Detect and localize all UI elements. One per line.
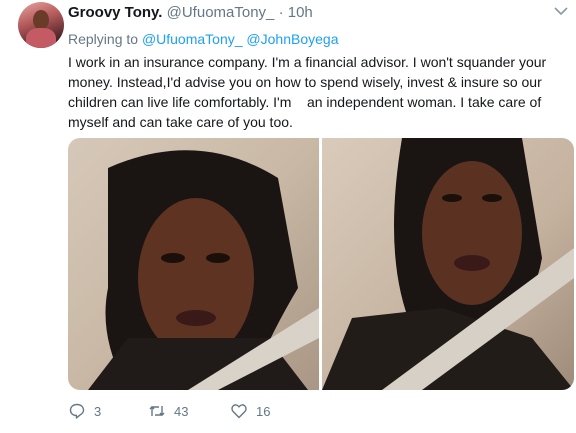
display-name[interactable]: Groovy Tony. xyxy=(68,4,162,21)
tweet-text: I work in an insurance company. I'm a fi… xyxy=(68,54,551,130)
replying-to: Replying to @UfuomaTony_ @JohnBoyega xyxy=(68,30,338,48)
retweet-icon xyxy=(149,406,165,416)
reply-mention-link[interactable]: @UfuomaTony_ xyxy=(142,31,243,47)
tweet-photo[interactable] xyxy=(68,138,319,390)
tweet[interactable]: Groovy Tony. @UfuomaTony_ · 10h Replying… xyxy=(0,0,576,433)
reply-button[interactable]: 3 xyxy=(68,402,101,420)
reply-count: 3 xyxy=(94,403,102,419)
tweet-actions: 3 43 16 xyxy=(68,402,568,426)
photo-image xyxy=(68,138,319,390)
retweet-count: 43 xyxy=(174,403,189,419)
user-handle[interactable]: @UfuomaTony_ xyxy=(167,4,275,21)
separator-dot: · xyxy=(278,4,284,21)
timestamp[interactable]: 10h xyxy=(288,4,313,21)
avatar[interactable] xyxy=(18,2,64,48)
heart-icon xyxy=(231,404,247,419)
reply-mention-link[interactable]: @JohnBoyega xyxy=(246,31,338,47)
avatar-body xyxy=(26,28,56,48)
chevron-down-icon[interactable] xyxy=(554,6,568,16)
tweet-photo[interactable] xyxy=(322,138,574,390)
retweet-button[interactable]: 43 xyxy=(148,402,188,420)
photo-image xyxy=(322,138,574,390)
like-button[interactable]: 16 xyxy=(230,402,270,420)
tweet-header: Groovy Tony. @UfuomaTony_ · 10h xyxy=(68,4,313,22)
replying-to-label: Replying to xyxy=(68,31,139,47)
avatar-face xyxy=(33,10,49,30)
reply-icon xyxy=(69,403,85,419)
like-count: 16 xyxy=(256,403,271,419)
